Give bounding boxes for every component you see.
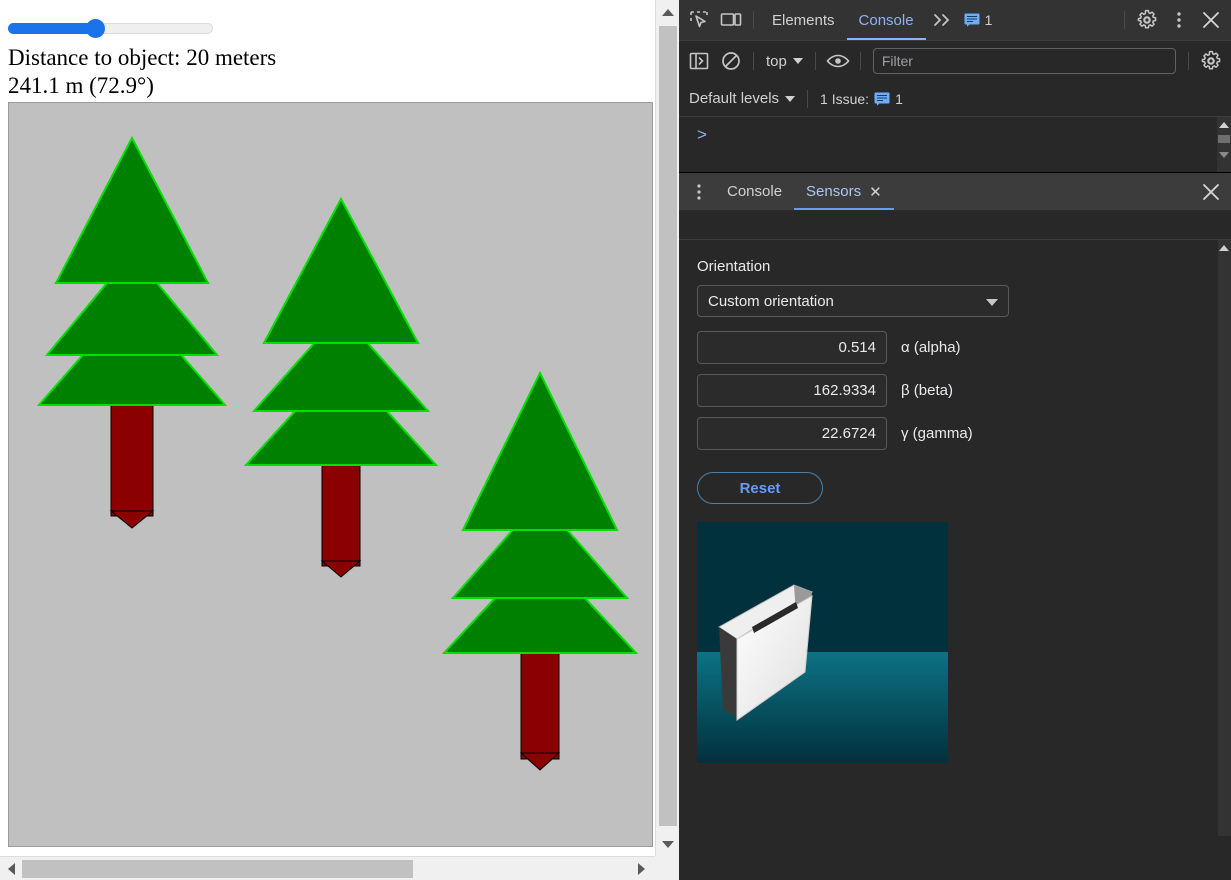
console-filter-input[interactable] <box>872 48 1176 74</box>
chevron-double-right-icon[interactable] <box>926 5 958 35</box>
console-filter-toolbar: top <box>679 41 1231 81</box>
scroll-down-button[interactable] <box>656 832 679 856</box>
console-scroll-up[interactable] <box>1218 119 1230 131</box>
drawer-tab-sensors-label: Sensors <box>806 183 862 200</box>
app-root: Distance to object: 20 meters 241.1 m (7… <box>0 0 1231 880</box>
inspect-element-icon[interactable] <box>683 5 715 35</box>
alpha-input[interactable] <box>697 331 887 364</box>
browser-page-viewport: Distance to object: 20 meters 241.1 m (7… <box>0 0 679 880</box>
console-prompt-chevron: > <box>697 125 707 144</box>
clear-console-icon[interactable] <box>715 46 747 76</box>
alpha-label: α (alpha) <box>901 339 961 356</box>
tree-scene-svg <box>36 135 639 771</box>
execution-context-dropdown[interactable]: top <box>760 47 809 75</box>
drawer-tab-console-label: Console <box>727 183 783 200</box>
drawer-tab-sensors-close-icon[interactable]: ✕ <box>869 183 882 201</box>
levelbar-divider <box>807 89 809 108</box>
issues-badge-count: 1 <box>895 90 903 107</box>
slider-thumb[interactable] <box>86 19 105 38</box>
gamma-field-row: γ (gamma) <box>697 417 1231 450</box>
toolbar-divider <box>753 11 754 29</box>
chevron-down-icon-orientation <box>986 299 998 306</box>
drawer-tab-bar: Console Sensors ✕ <box>679 173 1231 211</box>
reset-button[interactable]: Reset <box>697 472 823 504</box>
tree-1 <box>36 135 228 529</box>
sensors-scrollbar[interactable] <box>1218 240 1231 836</box>
execution-context-label: top <box>766 52 787 70</box>
horizontal-scroll-thumb[interactable] <box>22 860 413 878</box>
gear-icon[interactable] <box>1131 5 1163 35</box>
tree-scene-canvas[interactable] <box>8 102 653 847</box>
triangle-up-icon-console <box>1219 122 1229 128</box>
beta-input[interactable] <box>697 374 887 407</box>
drawer-kebab-menu-icon[interactable] <box>683 177 715 207</box>
gamma-label: γ (gamma) <box>901 425 973 442</box>
issues-text: 1 Issue: <box>820 90 870 107</box>
filterbar-divider-3 <box>859 52 861 70</box>
console-scrollbar[interactable] <box>1217 117 1231 172</box>
scroll-up-button[interactable] <box>656 0 679 24</box>
live-expression-icon[interactable] <box>822 46 854 76</box>
beta-label: β (beta) <box>901 382 953 399</box>
triangle-up-icon-sensors <box>1219 245 1229 251</box>
chevron-down-icon-levels <box>785 95 796 102</box>
filterbar-divider-1 <box>753 52 754 70</box>
issues-counter[interactable]: 1 <box>958 6 999 34</box>
page-vertical-scrollbar[interactable] <box>655 0 679 856</box>
scroll-left-button[interactable] <box>0 857 22 880</box>
sensors-panel: Orientation Custom orientation α (alpha)… <box>679 240 1231 836</box>
triangle-right-icon <box>637 862 645 875</box>
orientation-section-title: Orientation <box>697 258 771 275</box>
page-horizontal-scrollbar[interactable] <box>0 856 679 880</box>
chevron-down-icon <box>792 58 803 64</box>
tab-elements[interactable]: Elements <box>760 0 847 40</box>
console-output-area[interactable]: > <box>679 117 1231 173</box>
scrollbar-corner <box>655 856 679 880</box>
device-orientation-preview[interactable] <box>697 522 948 763</box>
kebab-menu-icon[interactable] <box>1163 5 1195 35</box>
angle-readout: 241.1 m (72.9°) <box>8 73 154 98</box>
tree-3 <box>441 370 639 771</box>
console-scroll-thumb[interactable] <box>1218 135 1230 143</box>
triangle-down-icon-console <box>1219 152 1229 158</box>
orientation-select-value: Custom orientation <box>708 292 834 310</box>
triangle-down-icon <box>662 840 674 848</box>
sensors-scroll-up[interactable] <box>1218 242 1230 254</box>
issue-message-icon-2 <box>874 92 890 106</box>
issues-count-label: 1 <box>984 12 993 28</box>
console-level-bar: Default levels 1 Issue: 1 <box>679 81 1231 117</box>
alpha-field-row: α (alpha) <box>697 331 1231 364</box>
sensors-toolbar <box>679 211 1231 240</box>
triangle-up-icon <box>662 8 674 16</box>
close-icon[interactable] <box>1195 5 1227 35</box>
distance-slider[interactable] <box>8 18 213 38</box>
toolbar-divider-2 <box>1124 11 1125 29</box>
gamma-input[interactable] <box>697 417 887 450</box>
tree-2 <box>243 196 439 578</box>
console-sidebar-icon[interactable] <box>683 46 715 76</box>
filterbar-divider-4 <box>1188 52 1189 70</box>
devtools-panel: Elements Console 1 top Filter Default le… <box>679 0 1231 880</box>
console-settings-gear-icon[interactable] <box>1195 46 1227 76</box>
log-levels-dropdown[interactable]: Default levels <box>683 85 801 113</box>
drawer-close-icon[interactable] <box>1195 177 1227 207</box>
issue-message-icon <box>964 13 980 27</box>
drawer-tab-sensors[interactable]: Sensors ✕ <box>794 173 894 210</box>
triangle-left-icon <box>7 862 15 875</box>
distance-readout: Distance to object: 20 meters <box>8 45 277 70</box>
console-scroll-down[interactable] <box>1218 149 1230 161</box>
vertical-scroll-thumb[interactable] <box>659 26 677 826</box>
orientation-select[interactable]: Custom orientation <box>697 285 1009 317</box>
tab-console[interactable]: Console <box>847 0 926 40</box>
issues-summary[interactable]: 1 Issue: 1 <box>814 85 909 113</box>
devtools-main-toolbar: Elements Console 1 <box>679 0 1231 41</box>
drawer-tab-console[interactable]: Console <box>715 173 794 210</box>
filterbar-divider-2 <box>814 52 816 70</box>
log-levels-label: Default levels <box>689 90 780 107</box>
scroll-right-button[interactable] <box>630 857 652 880</box>
beta-field-row: β (beta) <box>697 374 1231 407</box>
page-content: Distance to object: 20 meters 241.1 m (7… <box>0 0 655 847</box>
device-toolbar-icon[interactable] <box>715 5 747 35</box>
device-preview-svg <box>697 522 948 763</box>
